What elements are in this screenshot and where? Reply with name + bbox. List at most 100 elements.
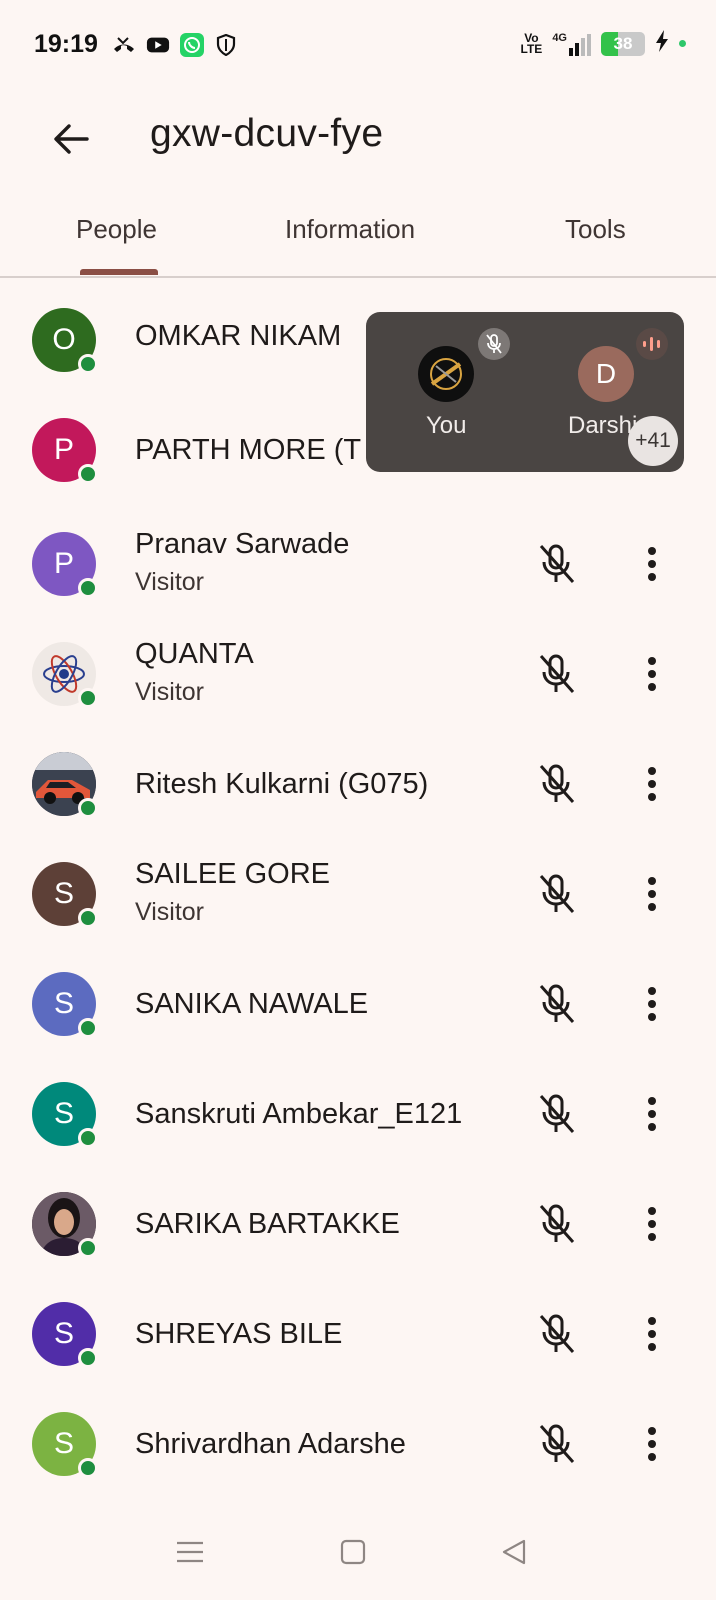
- floating-call-preview[interactable]: You D Darshi +41: [366, 312, 684, 472]
- recent-apps-button[interactable]: [170, 1532, 210, 1572]
- menu-icon: [177, 1541, 203, 1563]
- more-vert-icon: [648, 657, 656, 691]
- mic-off-icon: [539, 874, 575, 913]
- mic-off-icon: [539, 1094, 575, 1133]
- more-vert-icon: [648, 877, 656, 911]
- more-options-button[interactable]: [630, 538, 674, 590]
- avatar: [32, 752, 98, 818]
- active-tab-indicator: [80, 269, 158, 275]
- more-vert-icon: [648, 1097, 656, 1131]
- mic-muted-button[interactable]: [530, 1418, 582, 1470]
- list-item[interactable]: P Pranav Sarwade Visitor: [0, 506, 716, 616]
- avatar: P: [32, 418, 98, 484]
- participant-role: Visitor: [135, 898, 205, 926]
- notification-icons: [112, 33, 238, 57]
- tabs-divider: [0, 276, 716, 278]
- avatar: S: [32, 1082, 98, 1148]
- shield-icon: [214, 33, 238, 57]
- list-item[interactable]: S Shrivardhan Adarshe: [0, 1386, 716, 1496]
- participant-name: Pranav Sarwade: [135, 528, 350, 560]
- more-options-button[interactable]: [630, 1088, 674, 1140]
- mic-muted-button[interactable]: [530, 648, 582, 700]
- more-vert-icon: [648, 987, 656, 1021]
- participant-name: Sanskruti Ambekar_E121: [135, 1098, 463, 1130]
- tab-bar: People Information Tools: [0, 200, 716, 278]
- more-options-button[interactable]: [630, 648, 674, 700]
- more-options-button[interactable]: [630, 1308, 674, 1360]
- online-indicator: [78, 1348, 98, 1368]
- participant-name: SARIKA BARTAKKE: [135, 1208, 400, 1240]
- more-options-button[interactable]: [630, 1418, 674, 1470]
- mic-off-icon: [539, 1204, 575, 1243]
- more-vert-icon: [648, 1317, 656, 1351]
- list-item[interactable]: S Sanskruti Ambekar_E121: [0, 1056, 716, 1166]
- more-vert-icon: [648, 1207, 656, 1241]
- mic-muted-button[interactable]: [530, 1308, 582, 1360]
- avatar: P: [32, 532, 98, 598]
- mic-off-icon: [539, 764, 575, 803]
- mic-off-icon: [539, 1424, 575, 1463]
- charging-icon: [655, 30, 669, 57]
- more-options-button[interactable]: [630, 758, 674, 810]
- online-indicator: [78, 688, 98, 708]
- mic-off-icon: [539, 544, 575, 583]
- avatar: [32, 1192, 98, 1258]
- more-vert-icon: [648, 767, 656, 801]
- more-vert-icon: [648, 547, 656, 581]
- mic-muted-button[interactable]: [530, 868, 582, 920]
- list-item[interactable]: S SAILEE GORE Visitor: [0, 836, 716, 946]
- youtube-icon: [146, 33, 170, 57]
- home-square-icon: [340, 1539, 366, 1565]
- tab-information[interactable]: Information: [285, 214, 415, 245]
- online-indicator: [78, 1128, 98, 1148]
- more-vert-icon: [648, 1427, 656, 1461]
- back-button[interactable]: [40, 108, 102, 170]
- back-triangle-icon: [502, 1539, 526, 1565]
- participant-name: SHREYAS BILE: [135, 1318, 343, 1350]
- speaking-indicator-icon: [636, 328, 668, 360]
- list-item[interactable]: Ritesh Kulkarni (G075): [0, 726, 716, 836]
- self-label: You: [426, 412, 467, 439]
- system-back-button[interactable]: [494, 1532, 534, 1572]
- more-options-button[interactable]: [630, 1198, 674, 1250]
- avatar: S: [32, 972, 98, 1038]
- system-icons: Vo LTE 4G 38: [521, 30, 686, 57]
- online-indicator: [78, 578, 98, 598]
- more-participants-count: +41: [628, 416, 678, 466]
- tab-tools[interactable]: Tools: [565, 214, 626, 245]
- self-avatar: [418, 346, 474, 402]
- home-button[interactable]: [333, 1532, 373, 1572]
- tab-people[interactable]: People: [76, 214, 157, 245]
- status-bar: 19:19 Vo LTE 4G 38: [0, 0, 716, 92]
- meeting-code-title: gxw-dcuv-fye: [150, 112, 384, 155]
- participant-role: Visitor: [135, 678, 205, 706]
- participant-name: Ritesh Kulkarni (G075): [135, 768, 429, 800]
- more-options-button[interactable]: [630, 868, 674, 920]
- avatar: S: [32, 1412, 98, 1478]
- mic-muted-button[interactable]: [530, 538, 582, 590]
- avatar: S: [32, 1302, 98, 1368]
- mic-muted-button[interactable]: [530, 1088, 582, 1140]
- online-indicator: [78, 464, 98, 484]
- mic-muted-button[interactable]: [530, 978, 582, 1030]
- mic-muted-button[interactable]: [530, 1198, 582, 1250]
- participant-role: Visitor: [135, 568, 205, 596]
- list-item[interactable]: S SHREYAS BILE: [0, 1276, 716, 1386]
- list-item[interactable]: QUANTA Visitor: [0, 616, 716, 726]
- online-indicator: [78, 354, 98, 374]
- online-indicator: [78, 908, 98, 928]
- mic-muted-button[interactable]: [530, 758, 582, 810]
- list-item[interactable]: SARIKA BARTAKKE: [0, 1166, 716, 1276]
- mic-off-icon: [539, 1314, 575, 1353]
- online-indicator: [78, 798, 98, 818]
- online-indicator: [78, 1018, 98, 1038]
- volte-indicator: Vo LTE: [520, 30, 543, 56]
- participant-name: QUANTA: [135, 638, 254, 670]
- arrow-left-icon: [54, 124, 89, 154]
- more-options-button[interactable]: [630, 978, 674, 1030]
- participant-name: PARTH MORE (T: [135, 434, 362, 466]
- participant-name: Shrivardhan Adarshe: [135, 1428, 406, 1460]
- mic-off-icon: [539, 654, 575, 693]
- participant-name: OMKAR NIKAM: [135, 320, 342, 352]
- list-item[interactable]: S SANIKA NAWALE: [0, 946, 716, 1056]
